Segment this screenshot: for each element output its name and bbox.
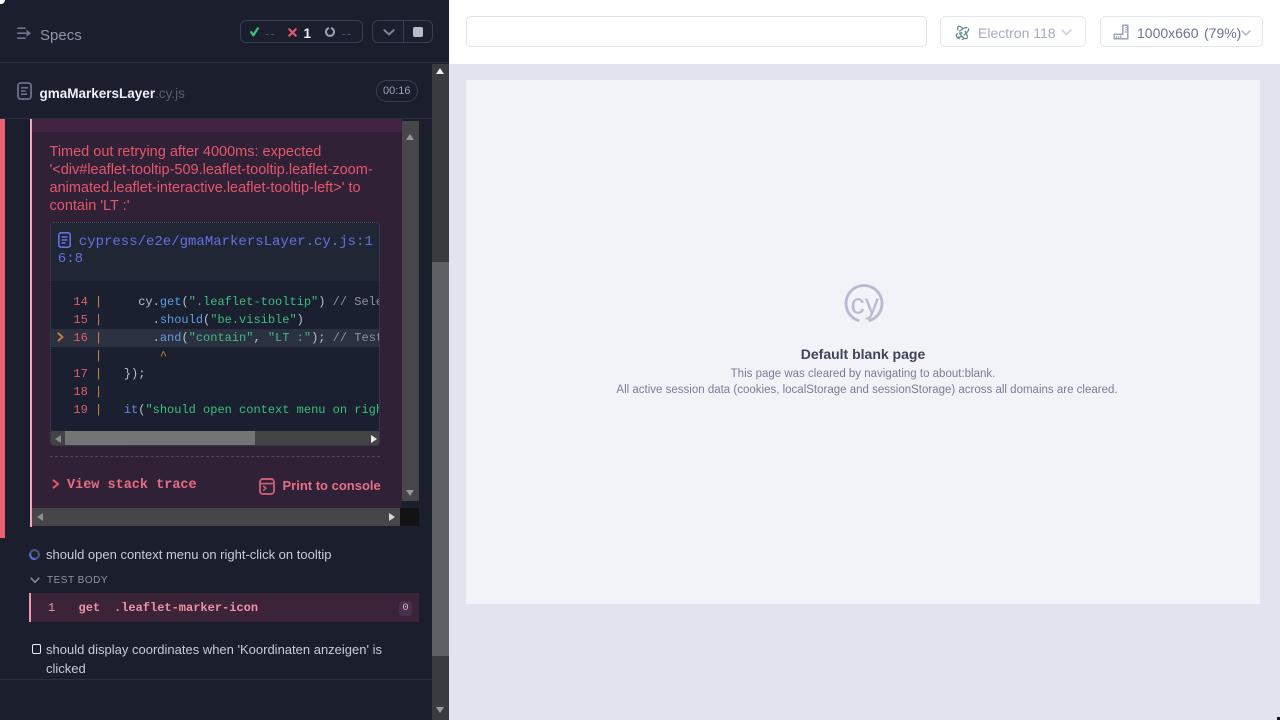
svg-text:cy: cy bbox=[851, 289, 880, 321]
